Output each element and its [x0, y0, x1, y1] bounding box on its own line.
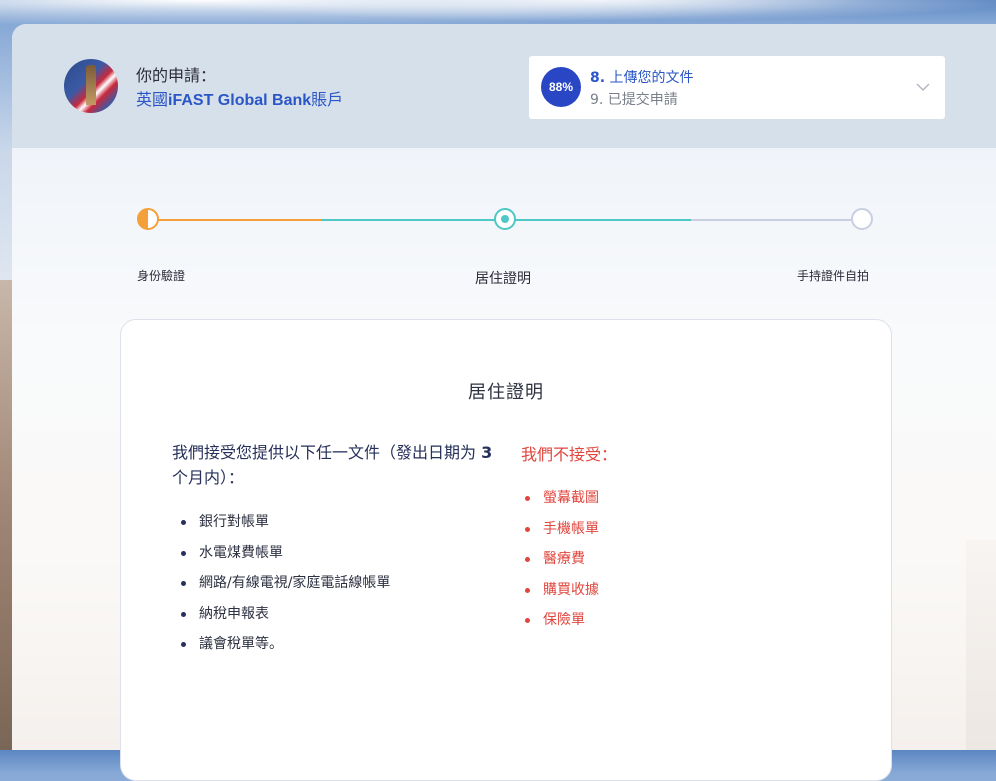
- list-item: 水電煤費帳單: [179, 543, 390, 574]
- rejected-documents-heading: 我們不接受：: [521, 445, 618, 464]
- step-label-identity: 身份驗證: [137, 269, 186, 283]
- list-item: 螢幕截圖: [523, 488, 599, 519]
- progress-percent-badge: 88%: [541, 67, 581, 107]
- application-header: 你的申請： 英國iFAST Global Bank賬戶 88% 8. 上傳您的文…: [12, 24, 996, 148]
- step-label-residence: 居住證明: [475, 271, 531, 287]
- progress-dropdown[interactable]: 88% 8. 上傳您的文件 9. 已提交申請: [529, 56, 945, 119]
- building-background: [0, 280, 12, 750]
- step-node-residence[interactable]: [494, 208, 516, 230]
- stepper-track-completed: [149, 219, 321, 221]
- list-item: 手機帳單: [523, 519, 599, 550]
- step-node-identity[interactable]: [137, 208, 159, 230]
- rejected-documents-list: 螢幕截圖 手機帳單 醫療費 購買收據 保險單: [523, 488, 599, 641]
- list-item: 納稅申報表: [179, 604, 390, 635]
- uk-flag-avatar: [64, 59, 118, 113]
- application-label: 你的申請：: [136, 66, 217, 85]
- application-name: 英國iFAST Global Bank賬戶: [136, 90, 344, 109]
- accepted-documents-list: 銀行對帳單 水電煤費帳單 網路/有線電視/家庭電話線帳單 納稅申報表 議會稅單等…: [179, 512, 390, 665]
- list-item: 網路/有線電視/家庭電話線帳單: [179, 573, 390, 604]
- card-title: 居住證明: [468, 382, 544, 403]
- list-item: 購買收據: [523, 580, 599, 611]
- stepper-track-pending: [691, 219, 851, 221]
- list-item: 銀行對帳單: [179, 512, 390, 543]
- accepted-documents-heading: 我們接受您提供以下任一文件（發出日期为 3 个月内）：: [172, 443, 493, 487]
- step-node-selfie[interactable]: [851, 208, 873, 230]
- step-label-selfie: 手持證件自拍: [797, 269, 870, 283]
- current-step: 8. 上傳您的文件: [590, 70, 694, 86]
- residence-proof-card: 居住證明 我們接受您提供以下任一文件（發出日期为 3 个月内）： 銀行對帳單 水…: [120, 319, 892, 781]
- next-step: 9. 已提交申請: [590, 92, 678, 108]
- list-item: 保險單: [523, 610, 599, 641]
- list-item: 議會稅單等。: [179, 634, 390, 665]
- list-item: 醫療費: [523, 549, 599, 580]
- chevron-down-icon[interactable]: [915, 79, 931, 95]
